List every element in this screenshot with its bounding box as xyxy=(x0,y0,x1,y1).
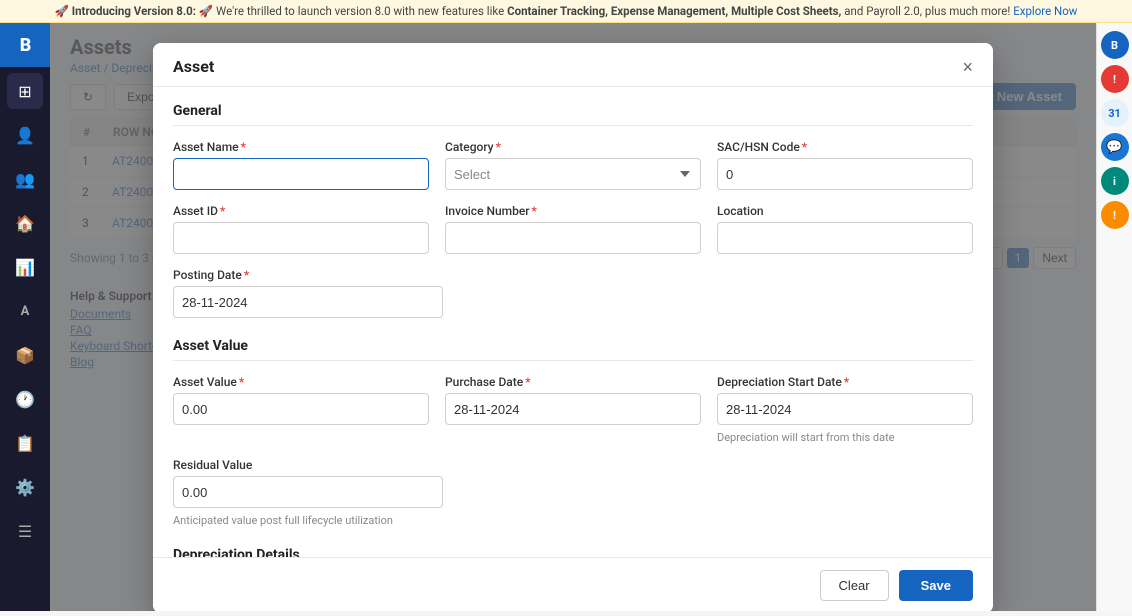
purchase-date-input[interactable] xyxy=(445,393,701,425)
sidebar: B ⊞ 👤 👥 🏠 📊 A 📦 🕐 📋 ⚙️ ☰ xyxy=(0,23,50,611)
right-icon-notification[interactable]: ! xyxy=(1101,65,1129,93)
asset-value-input[interactable] xyxy=(173,393,429,425)
posting-date-input[interactable] xyxy=(173,286,443,318)
sidebar-item-chart[interactable]: 📊 xyxy=(7,249,43,285)
asset-modal: Asset × General Asset Name* xyxy=(153,43,993,611)
depreciation-start-date-label: Depreciation Start Date* xyxy=(717,375,973,389)
modal-footer: Clear Save xyxy=(153,557,993,611)
right-icon-calendar[interactable]: 31 xyxy=(1101,99,1129,127)
asset-name-label: Asset Name* xyxy=(173,140,429,154)
asset-id-label: Asset ID* xyxy=(173,204,429,218)
right-icon-info[interactable]: i xyxy=(1101,167,1129,195)
location-label: Location xyxy=(717,204,973,218)
general-heading: General xyxy=(173,103,973,126)
modal-overlay: Asset × General Asset Name* xyxy=(50,23,1096,611)
sac-hsn-input[interactable] xyxy=(717,158,973,190)
asset-id-input[interactable] xyxy=(173,222,429,254)
residual-value-label: Residual Value xyxy=(173,458,443,472)
sidebar-item-clock[interactable]: 🕐 xyxy=(7,381,43,417)
category-select[interactable]: Select xyxy=(445,158,701,190)
sac-hsn-group: SAC/HSN Code* xyxy=(717,140,973,190)
sac-hsn-label: SAC/HSN Code* xyxy=(717,140,973,154)
general-section: General Asset Name* Cate xyxy=(173,103,973,318)
posting-date-group: Posting Date* xyxy=(173,268,443,318)
sidebar-item-text[interactable]: A xyxy=(7,293,43,329)
main-content: Assets Asset / Depreciation ↻ Export A..… xyxy=(50,23,1096,611)
form-row-2: Asset ID* Invoice Number* xyxy=(173,204,973,254)
app-logo[interactable]: B xyxy=(0,23,50,67)
asset-value-section: Asset Value Asset Value* xyxy=(173,338,973,527)
announcement-intro: Introducing Version 8.0: xyxy=(72,4,196,18)
sidebar-item-home[interactable]: 🏠 xyxy=(7,205,43,241)
category-group: Category* Select xyxy=(445,140,701,190)
right-icon-alert[interactable]: ! xyxy=(1101,201,1129,229)
right-panel: B ! 31 💬 i ! xyxy=(1096,23,1132,611)
sidebar-item-package[interactable]: 📦 xyxy=(7,337,43,373)
invoice-number-input[interactable] xyxy=(445,222,701,254)
residual-hint: Anticipated value post full lifecycle ut… xyxy=(173,514,443,527)
depreciation-start-date-input[interactable] xyxy=(717,393,973,425)
right-icon-chat[interactable]: 💬 xyxy=(1101,133,1129,161)
modal-header: Asset × xyxy=(153,43,993,87)
save-button[interactable]: Save xyxy=(899,570,973,601)
sidebar-item-settings[interactable]: ⚙️ xyxy=(7,469,43,505)
clear-button[interactable]: Clear xyxy=(820,570,889,601)
sidebar-item-menu[interactable]: ☰ xyxy=(7,513,43,549)
modal-body: General Asset Name* Cate xyxy=(153,87,993,610)
announcement-bar: 🚀 Introducing Version 8.0: 🚀 We're thril… xyxy=(0,0,1132,23)
residual-value-group: Residual Value Anticipated value post fu… xyxy=(173,458,443,527)
depreciation-hint: Depreciation will start from this date xyxy=(717,431,973,444)
form-row-1: Asset Name* Category* Select xyxy=(173,140,973,190)
asset-value-heading: Asset Value xyxy=(173,338,973,361)
category-label: Category* xyxy=(445,140,701,154)
announcement-features: Container Tracking, Expense Management, … xyxy=(507,4,841,18)
sidebar-item-user[interactable]: 👤 xyxy=(7,117,43,153)
form-row-4: Asset Value* Purchase Date* xyxy=(173,375,973,444)
purchase-date-group: Purchase Date* xyxy=(445,375,701,444)
sidebar-item-docs[interactable]: 📋 xyxy=(7,425,43,461)
modal-close-button[interactable]: × xyxy=(962,58,973,76)
announcement-text: 🚀 Introducing Version 8.0: 🚀 We're thril… xyxy=(55,4,1078,18)
asset-value-group: Asset Value* xyxy=(173,375,429,444)
depreciation-start-date-group: Depreciation Start Date* Depreciation wi… xyxy=(717,375,973,444)
invoice-number-group: Invoice Number* xyxy=(445,204,701,254)
asset-name-input[interactable] xyxy=(173,158,429,190)
asset-id-group: Asset ID* xyxy=(173,204,429,254)
modal-title: Asset xyxy=(173,57,214,76)
posting-date-label: Posting Date* xyxy=(173,268,443,282)
invoice-number-label: Invoice Number* xyxy=(445,204,701,218)
explore-now-link[interactable]: Explore Now xyxy=(1013,4,1077,18)
right-icon-user[interactable]: B xyxy=(1101,31,1129,59)
residual-value-input[interactable] xyxy=(173,476,443,508)
location-group: Location xyxy=(717,204,973,254)
form-row-5: Residual Value Anticipated value post fu… xyxy=(173,458,973,527)
sidebar-item-dashboard[interactable]: ⊞ xyxy=(7,73,43,109)
asset-value-label: Asset Value* xyxy=(173,375,429,389)
form-row-3: Posting Date* xyxy=(173,268,973,318)
asset-name-group: Asset Name* xyxy=(173,140,429,190)
sidebar-item-people[interactable]: 👥 xyxy=(7,161,43,197)
location-input[interactable] xyxy=(717,222,973,254)
purchase-date-label: Purchase Date* xyxy=(445,375,701,389)
